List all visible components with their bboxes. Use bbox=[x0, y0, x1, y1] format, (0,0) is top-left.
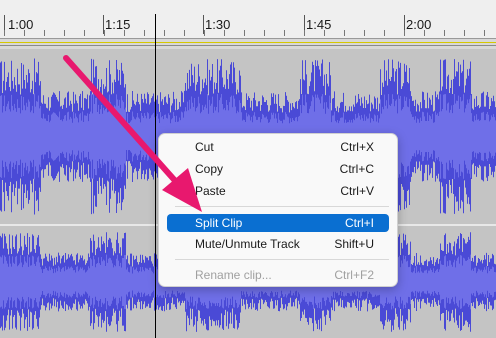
annotation-arrow-shaft bbox=[63, 55, 181, 187]
annotation-arrow bbox=[63, 55, 202, 212]
